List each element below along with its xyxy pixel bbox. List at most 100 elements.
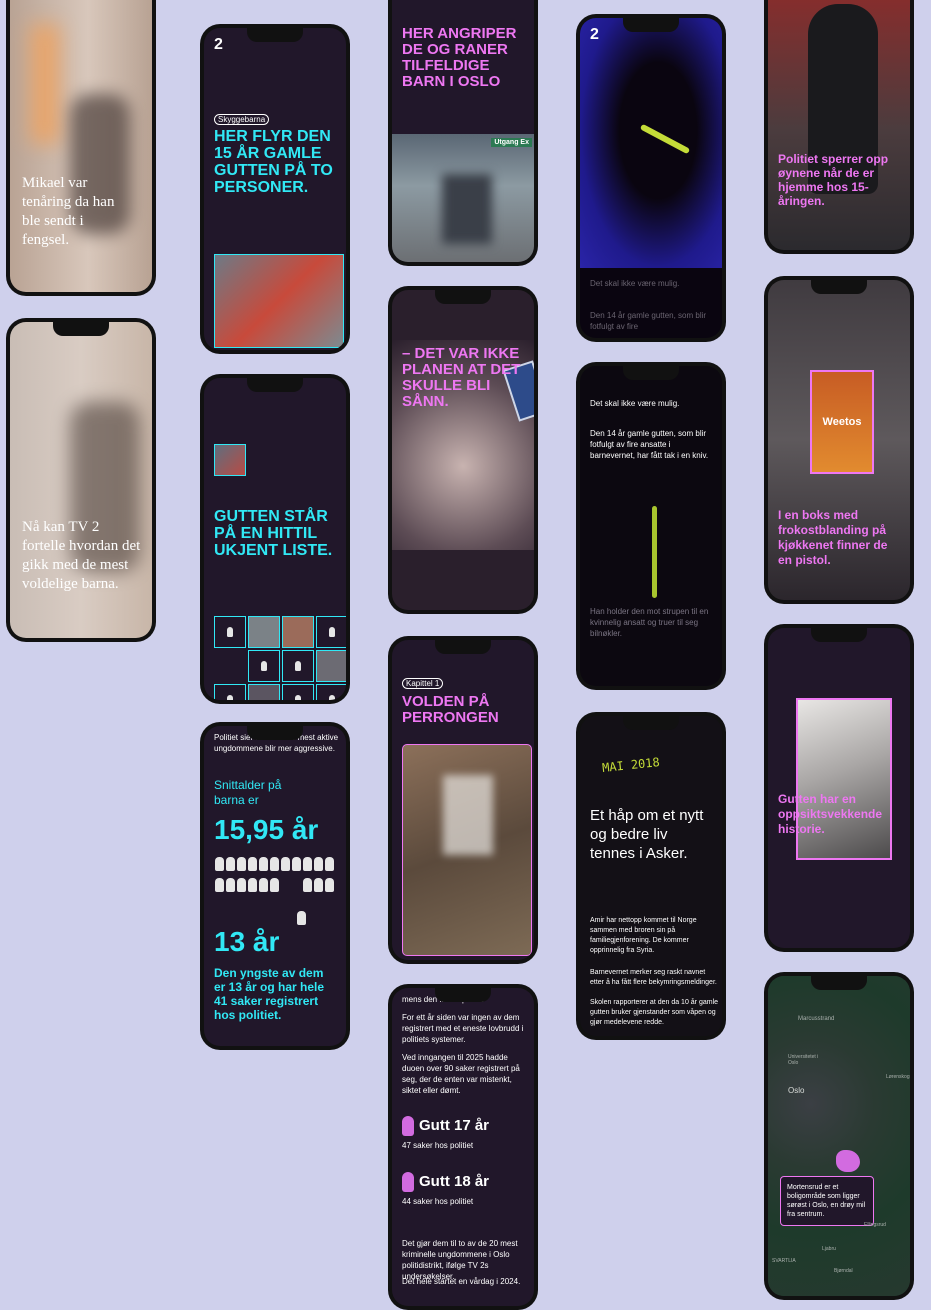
grid-cell[interactable] — [282, 684, 314, 700]
map-label-top: Marcusstrand — [798, 1016, 835, 1022]
phone-pistol: Gutten har en oppsiktsvekkende historie. — [764, 624, 914, 952]
phone-chapter1: Kapittel 1 VOLDEN PÅ PERRONGEN — [388, 636, 538, 964]
phone-notch — [247, 28, 303, 42]
headline: Et håp om et nytt og bedre liv tennes i … — [590, 807, 704, 862]
map-highlight-area — [836, 1150, 860, 1172]
boy-figure-icon — [402, 1116, 414, 1136]
cctv-image[interactable] — [214, 254, 344, 348]
blurred-person — [30, 24, 60, 144]
headline: HER ANGRIPER DE OG RANER TILFELDIGE BARN… — [402, 25, 517, 90]
shadow-illustration — [580, 18, 722, 268]
blurred-people — [442, 174, 492, 244]
map-info-box: Mortensrud er et boligområde som ligger … — [780, 1176, 874, 1226]
person-icon — [227, 627, 233, 637]
phone-cereal-box: Weetos I en boks med frokostblanding på … — [764, 276, 914, 604]
box-brand: Weetos — [822, 416, 862, 428]
paragraph-2: Ved inngangen til 2025 hadde duoen over … — [402, 1053, 520, 1095]
phone-notch — [53, 322, 109, 336]
grid-cell[interactable] — [316, 616, 346, 648]
map-label-south: Ljabru — [822, 1246, 836, 1252]
thumbnail-image[interactable] — [214, 444, 246, 476]
phone-notch — [435, 988, 491, 1002]
map-info-text: Mortensrud er et boligområde som ligger … — [787, 1184, 866, 1218]
youngest-desc: Den yngste av dem er 13 år og har hele 4… — [214, 966, 325, 1022]
map-label-far: Bjørndal — [834, 1268, 853, 1274]
exit-sign: Utgang Ex — [491, 138, 532, 147]
paragraph-1: Amir har nettopp kommet til Norge sammen… — [590, 917, 697, 954]
caption: I en boks med frokostblanding på kjøkken… — [778, 508, 888, 567]
youngest-age: 13 år — [214, 926, 280, 957]
map-label-bottom: SVARTLIA — [772, 1258, 796, 1264]
kicker: Skyggebarna — [214, 114, 270, 125]
boy-figure-icon — [402, 1172, 414, 1192]
caption: Politiet sperrer opp øynene når de er hj… — [778, 152, 889, 208]
faded-text-1: Det skal ikke være mulig. — [590, 279, 680, 288]
phone-tv2-story: Nå kan TV 2 fortelle hvordan det gikk me… — [6, 318, 156, 642]
platform-video[interactable] — [402, 744, 532, 956]
paragraph-1: For ett år siden var ingen av dem regist… — [402, 1013, 524, 1044]
figure-chart — [214, 856, 346, 898]
headline: GUTTEN STÅR PÅ EN HITTIL UKJENT LISTE. — [214, 508, 333, 559]
person-icon — [329, 627, 335, 637]
person-icon — [261, 661, 267, 671]
person-icon — [295, 661, 301, 671]
phone-notch — [811, 976, 867, 990]
youngest-figure — [297, 911, 306, 925]
tv2-logo: 2 — [590, 26, 599, 43]
station-image[interactable]: Utgang Ex — [392, 134, 534, 262]
person-icon — [227, 695, 233, 700]
phone-notch — [623, 366, 679, 380]
faded-text-2: Den 14 år gamle gutten, som blir fotfulg… — [590, 311, 707, 331]
paragraph-4: Det hele startet en vårdag i 2024. — [402, 1277, 521, 1286]
story-text: Mikael var tenåring da han ble sendt i f… — [22, 175, 115, 248]
grid-cell-photo[interactable] — [316, 650, 346, 682]
handwritten-date: MAI 2018 — [601, 755, 661, 775]
tv2-logo: 2 — [214, 36, 223, 53]
phone-map: Marcusstrand Universitetet i Oslo Oslo L… — [764, 972, 914, 1300]
cereal-box-image[interactable]: Weetos — [810, 370, 874, 474]
boy1-label: Gutt 17 år — [419, 1116, 490, 1134]
map-label-right: Ellingsrud — [864, 1222, 886, 1228]
grid-cell-photo[interactable] — [248, 684, 280, 700]
avg-label: Snittalder på barna er — [214, 778, 282, 807]
avg-age: 15,95 år — [214, 814, 319, 845]
phone-notch — [435, 290, 491, 304]
map-label-east: Lørenskog — [886, 1074, 910, 1080]
story-text: Nå kan TV 2 fortelle hvordan det gikk me… — [22, 519, 141, 592]
phone-notch — [247, 726, 303, 740]
phone-police-home: Politiet sperrer opp øynene når de er hj… — [764, 0, 914, 254]
grid-cell[interactable] — [248, 650, 280, 682]
grid-cell-photo[interactable] — [248, 616, 280, 648]
phone-notch — [435, 640, 491, 654]
grid-cell[interactable] — [214, 684, 246, 700]
phone-notch — [811, 628, 867, 642]
phone-knife-shadow: 2 Det skal ikke være mulig. Den 14 år ga… — [576, 14, 726, 342]
person-icon — [329, 695, 335, 700]
phone-statistics: Politiet sier ... ver at de mest aktive … — [200, 722, 350, 1050]
grid-cell[interactable] — [282, 650, 314, 682]
grid-cell[interactable] — [316, 684, 346, 700]
paragraph-2: Barnevernet merker seg raskt navnet ette… — [590, 969, 717, 986]
paragraph-3: Han holder den mot strupen til en kvinne… — [590, 607, 709, 638]
phone-duo: mens den ... t i Spania. For ett år side… — [388, 984, 538, 1310]
paragraph-2: Den 14 år gamle gutten, som blir fotfulg… — [590, 429, 709, 460]
phone-asker: MAI 2018 Et håp om et nytt og bedre liv … — [576, 712, 726, 1040]
map-view[interactable] — [768, 976, 910, 1296]
person-icon — [295, 695, 301, 700]
map-label-city: Oslo — [788, 1086, 805, 1095]
headline: VOLDEN PÅ PERRONGEN — [402, 693, 499, 726]
headline: HER FLYR DEN 15 ÅR GAMLE GUTTEN PÅ TO PE… — [214, 128, 333, 196]
grid-cell[interactable] — [214, 616, 246, 648]
caption: Gutten har en oppsiktsvekkende historie. — [778, 792, 883, 836]
chapter-kicker: Kapittel 1 — [402, 678, 444, 689]
phone-knife-story: Det skal ikke være mulig. Den 14 år gaml… — [576, 362, 726, 690]
phone-robbery: HER ANGRIPER DE OG RANER TILFELDIGE BARN… — [388, 0, 538, 266]
phone-notch — [247, 378, 303, 392]
profile-grid[interactable] — [214, 616, 346, 700]
boy1-cases: 47 saker hos politiet — [402, 1141, 474, 1150]
paragraph-3: Skolen rapporterer at den da 10 år gamle… — [590, 999, 719, 1026]
phone-mikael: Mikael var tenåring da han ble sendt i f… — [6, 0, 156, 296]
grid-cell-photo[interactable] — [282, 616, 314, 648]
phone-interview: – DET VAR IKKE PLANEN AT DET SKULLE BLI … — [388, 286, 538, 614]
blurred-people — [443, 775, 493, 855]
